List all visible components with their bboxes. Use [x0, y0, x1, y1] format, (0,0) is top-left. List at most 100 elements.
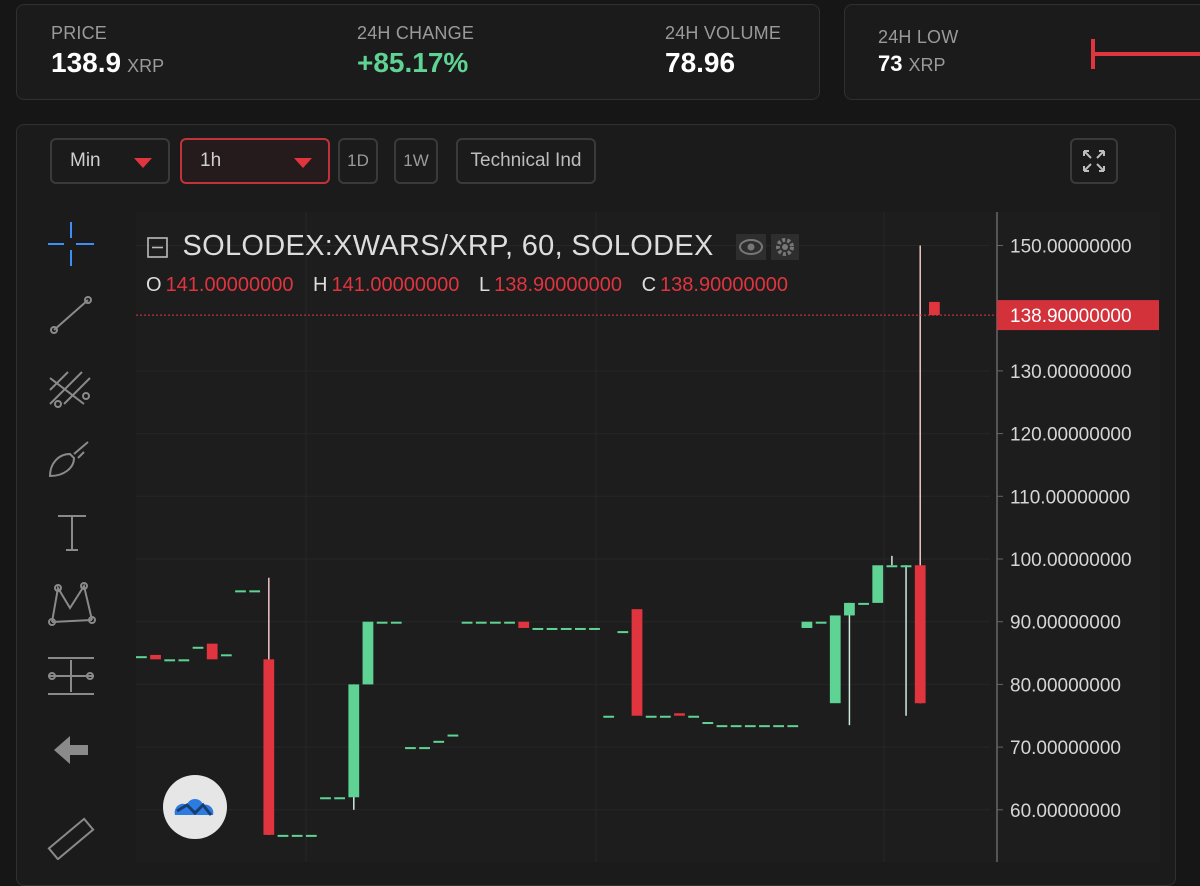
collapse-icon[interactable]: [146, 235, 170, 259]
candle-body: [815, 621, 827, 624]
candle: [589, 627, 600, 630]
low-key: L: [478, 274, 491, 296]
candle: [716, 725, 728, 728]
candle-body: [220, 654, 232, 657]
candle: [291, 834, 303, 837]
candle-body: [532, 627, 544, 630]
candle-body: [475, 621, 487, 624]
close-key: C: [641, 274, 657, 296]
candle: [320, 797, 331, 800]
candle: [178, 659, 190, 662]
candle-body: [589, 627, 600, 630]
candle-body: [390, 621, 402, 624]
candle: [362, 621, 374, 685]
candle: [702, 722, 714, 725]
candle-body: [263, 659, 275, 835]
gear-icon[interactable]: [770, 233, 799, 260]
y-tick-label: 150.00000000: [1010, 237, 1132, 258]
high-value: 141.00000000: [331, 274, 460, 296]
candle: [405, 747, 416, 750]
candle: [433, 740, 445, 743]
candle-body: [730, 725, 742, 728]
candle-body: [631, 609, 643, 716]
candle: [603, 715, 615, 718]
high-key: H: [313, 274, 328, 296]
candle: [617, 631, 629, 634]
candle-body: [787, 725, 799, 728]
candle: [801, 621, 813, 628]
candle-body: [603, 715, 615, 718]
candle-body: [574, 627, 586, 630]
candle-body: [886, 565, 898, 568]
low-value-legend: 138.90000000: [494, 274, 623, 296]
candle-body: [504, 621, 515, 624]
candle: [235, 590, 246, 593]
candle: [574, 627, 586, 630]
y-tick-label: 130.00000000: [1010, 362, 1132, 383]
candle: [376, 621, 388, 624]
candle-body: [858, 602, 869, 605]
candle: [929, 301, 940, 316]
candle-body: [674, 713, 685, 716]
candle-body: [235, 590, 246, 593]
y-tick-label: 70.00000000: [1010, 738, 1121, 759]
candlestick-chart[interactable]: 150.00000000 130.00000000 120.00000000 110.…: [0, 0, 1200, 862]
candle: [192, 646, 204, 649]
candle: [136, 656, 147, 659]
symbol-title: SOLODEX:XWARS/XRP, 60, SOLODEX: [182, 230, 714, 262]
candle: [631, 609, 643, 716]
candle: [249, 590, 261, 593]
candle: [546, 627, 558, 630]
candle: [872, 565, 884, 603]
candle-body: [914, 565, 926, 704]
candle: [220, 654, 232, 657]
last-price-label: 138.90000000: [1010, 306, 1132, 327]
y-tick-label: 60.00000000: [1010, 801, 1121, 822]
candle-body: [334, 797, 346, 800]
candle: [334, 797, 346, 800]
candle: [659, 715, 671, 718]
candle: [560, 627, 572, 630]
candle-body: [773, 725, 784, 728]
candle-body: [320, 797, 331, 800]
candle: [759, 725, 770, 728]
tradingview-logo[interactable]: [163, 775, 227, 839]
candle-body: [900, 565, 912, 568]
candle: [305, 834, 317, 837]
candle-body: [376, 621, 388, 624]
candle-body: [801, 621, 813, 628]
candle: [206, 643, 218, 660]
candle: [688, 715, 700, 718]
candle-body: [659, 715, 671, 718]
y-tick-label: 120.00000000: [1010, 425, 1132, 446]
candle: [645, 715, 657, 718]
candle-body: [716, 725, 728, 728]
candle: [447, 734, 459, 737]
candle-body: [305, 834, 317, 837]
candle: [518, 621, 530, 628]
y-tick-label: 90.00000000: [1010, 613, 1121, 634]
candle-body: [150, 654, 161, 660]
candle: [773, 725, 784, 728]
candle: [730, 725, 742, 728]
open-value: 141.00000000: [165, 274, 294, 296]
candle-body: [872, 565, 884, 603]
candle-body: [447, 734, 459, 737]
candle-body: [136, 656, 147, 659]
candle: [150, 654, 161, 660]
candle-body: [405, 747, 416, 750]
candle-body: [164, 659, 176, 662]
candle-body: [192, 646, 204, 649]
candle-body: [433, 740, 445, 743]
candle-body: [744, 725, 756, 728]
candle-body: [702, 722, 714, 725]
candle: [815, 621, 827, 624]
eye-icon[interactable]: [736, 233, 767, 260]
candle-body: [688, 715, 700, 718]
candle-body: [617, 631, 629, 634]
candle-body: [291, 834, 303, 837]
candle: [164, 659, 176, 662]
tradingview-logo-icon: [174, 799, 214, 816]
candle-body: [645, 715, 657, 718]
candle-body: [419, 747, 430, 750]
